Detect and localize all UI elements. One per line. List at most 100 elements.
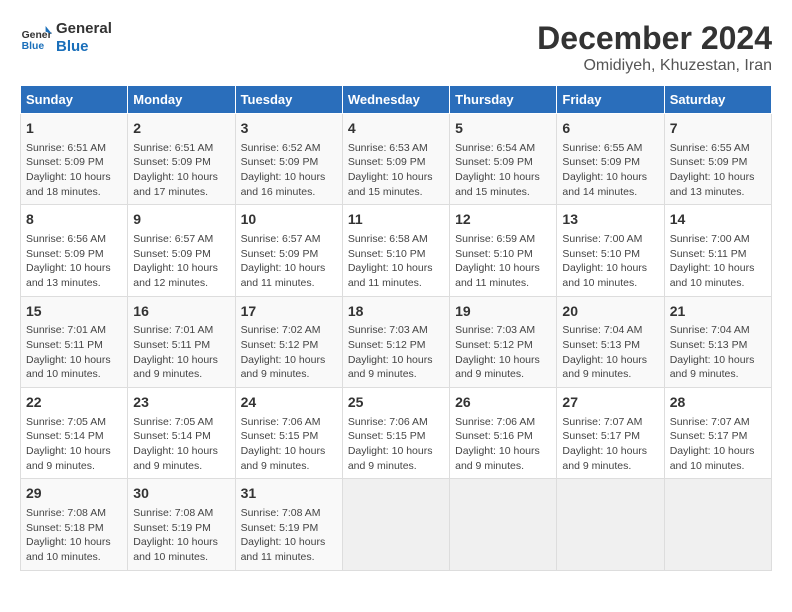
calendar-cell: 30Sunrise: 7:08 AM Sunset: 5:19 PM Dayli… <box>128 479 235 570</box>
day-info: Sunrise: 6:51 AM Sunset: 5:09 PM Dayligh… <box>26 141 122 200</box>
day-info: Sunrise: 7:06 AM Sunset: 5:16 PM Dayligh… <box>455 415 551 474</box>
day-info: Sunrise: 6:57 AM Sunset: 5:09 PM Dayligh… <box>133 232 229 291</box>
col-header-tuesday: Tuesday <box>235 86 342 114</box>
day-info: Sunrise: 6:59 AM Sunset: 5:10 PM Dayligh… <box>455 232 551 291</box>
day-number: 18 <box>348 302 444 322</box>
logo: General Blue General Blue <box>20 20 112 56</box>
svg-text:Blue: Blue <box>22 41 45 52</box>
day-info: Sunrise: 6:55 AM Sunset: 5:09 PM Dayligh… <box>670 141 766 200</box>
day-number: 20 <box>562 302 658 322</box>
day-info: Sunrise: 7:01 AM Sunset: 5:11 PM Dayligh… <box>133 323 229 382</box>
calendar-cell: 31Sunrise: 7:08 AM Sunset: 5:19 PM Dayli… <box>235 479 342 570</box>
day-info: Sunrise: 7:03 AM Sunset: 5:12 PM Dayligh… <box>348 323 444 382</box>
day-number: 6 <box>562 119 658 139</box>
day-info: Sunrise: 7:00 AM Sunset: 5:11 PM Dayligh… <box>670 232 766 291</box>
day-number: 7 <box>670 119 766 139</box>
col-header-friday: Friday <box>557 86 664 114</box>
calendar-cell: 7Sunrise: 6:55 AM Sunset: 5:09 PM Daylig… <box>664 114 771 205</box>
day-number: 29 <box>26 484 122 504</box>
calendar-cell: 17Sunrise: 7:02 AM Sunset: 5:12 PM Dayli… <box>235 296 342 387</box>
week-row-2: 8Sunrise: 6:56 AM Sunset: 5:09 PM Daylig… <box>21 205 772 296</box>
calendar-cell: 9Sunrise: 6:57 AM Sunset: 5:09 PM Daylig… <box>128 205 235 296</box>
calendar-cell: 12Sunrise: 6:59 AM Sunset: 5:10 PM Dayli… <box>450 205 557 296</box>
col-header-monday: Monday <box>128 86 235 114</box>
day-info: Sunrise: 6:56 AM Sunset: 5:09 PM Dayligh… <box>26 232 122 291</box>
week-row-4: 22Sunrise: 7:05 AM Sunset: 5:14 PM Dayli… <box>21 388 772 479</box>
day-number: 5 <box>455 119 551 139</box>
calendar-cell <box>664 479 771 570</box>
day-info: Sunrise: 7:03 AM Sunset: 5:12 PM Dayligh… <box>455 323 551 382</box>
calendar-cell: 14Sunrise: 7:00 AM Sunset: 5:11 PM Dayli… <box>664 205 771 296</box>
calendar-cell <box>342 479 449 570</box>
month-title: December 2024 <box>537 20 772 57</box>
day-number: 10 <box>241 210 337 230</box>
day-number: 13 <box>562 210 658 230</box>
calendar-header-row: SundayMondayTuesdayWednesdayThursdayFrid… <box>21 86 772 114</box>
day-number: 31 <box>241 484 337 504</box>
calendar-cell: 16Sunrise: 7:01 AM Sunset: 5:11 PM Dayli… <box>128 296 235 387</box>
calendar-table: SundayMondayTuesdayWednesdayThursdayFrid… <box>20 85 772 571</box>
day-number: 19 <box>455 302 551 322</box>
day-info: Sunrise: 7:05 AM Sunset: 5:14 PM Dayligh… <box>26 415 122 474</box>
week-row-3: 15 Sunrise: 7:01 AM Sunset: 5:11 PM Dayli… <box>21 296 772 387</box>
week-row-1: 1Sunrise: 6:51 AM Sunset: 5:09 PM Daylig… <box>21 114 772 205</box>
day-number: 24 <box>241 393 337 413</box>
day-number: 25 <box>348 393 444 413</box>
day-info: Sunrise: 6:58 AM Sunset: 5:10 PM Dayligh… <box>348 232 444 291</box>
day-number: 14 <box>670 210 766 230</box>
day-number: 30 <box>133 484 229 504</box>
calendar-cell: 11Sunrise: 6:58 AM Sunset: 5:10 PM Dayli… <box>342 205 449 296</box>
calendar-cell <box>557 479 664 570</box>
col-header-saturday: Saturday <box>664 86 771 114</box>
day-info: Sunrise: 7:08 AM Sunset: 5:19 PM Dayligh… <box>133 506 229 565</box>
calendar-cell: 8Sunrise: 6:56 AM Sunset: 5:09 PM Daylig… <box>21 205 128 296</box>
logo-text-blue: Blue <box>56 38 112 56</box>
calendar-cell: 24Sunrise: 7:06 AM Sunset: 5:15 PM Dayli… <box>235 388 342 479</box>
day-number: 17 <box>241 302 337 322</box>
day-info: Sunrise: 6:54 AM Sunset: 5:09 PM Dayligh… <box>455 141 551 200</box>
day-number: 11 <box>348 210 444 230</box>
calendar-cell: 23Sunrise: 7:05 AM Sunset: 5:14 PM Dayli… <box>128 388 235 479</box>
calendar-cell: 18Sunrise: 7:03 AM Sunset: 5:12 PM Dayli… <box>342 296 449 387</box>
day-info: Sunrise: 6:53 AM Sunset: 5:09 PM Dayligh… <box>348 141 444 200</box>
day-info: Sunrise: 7:06 AM Sunset: 5:15 PM Dayligh… <box>348 415 444 474</box>
day-number: 2 <box>133 119 229 139</box>
col-header-wednesday: Wednesday <box>342 86 449 114</box>
day-info: Sunrise: 6:51 AM Sunset: 5:09 PM Dayligh… <box>133 141 229 200</box>
calendar-cell: 20Sunrise: 7:04 AM Sunset: 5:13 PM Dayli… <box>557 296 664 387</box>
day-info: Sunrise: 7:04 AM Sunset: 5:13 PM Dayligh… <box>562 323 658 382</box>
day-info: Sunrise: 7:08 AM Sunset: 5:19 PM Dayligh… <box>241 506 337 565</box>
calendar-cell: 13Sunrise: 7:00 AM Sunset: 5:10 PM Dayli… <box>557 205 664 296</box>
calendar-cell: 6Sunrise: 6:55 AM Sunset: 5:09 PM Daylig… <box>557 114 664 205</box>
calendar-cell: 4Sunrise: 6:53 AM Sunset: 5:09 PM Daylig… <box>342 114 449 205</box>
week-row-5: 29Sunrise: 7:08 AM Sunset: 5:18 PM Dayli… <box>21 479 772 570</box>
day-number: 22 <box>26 393 122 413</box>
calendar-cell: 19Sunrise: 7:03 AM Sunset: 5:12 PM Dayli… <box>450 296 557 387</box>
calendar-cell: 15Sunrise: 7:01 AM Sunset: 5:11 PM Dayli… <box>21 296 128 387</box>
day-info: Sunrise: 7:07 AM Sunset: 5:17 PM Dayligh… <box>670 415 766 474</box>
location-title: Omidiyeh, Khuzestan, Iran <box>537 57 772 75</box>
day-info: Sunrise: 7:08 AM Sunset: 5:18 PM Dayligh… <box>26 506 122 565</box>
calendar-cell: 2Sunrise: 6:51 AM Sunset: 5:09 PM Daylig… <box>128 114 235 205</box>
day-number: 27 <box>562 393 658 413</box>
day-number: 1 <box>26 119 122 139</box>
day-info: Sunrise: 6:57 AM Sunset: 5:09 PM Dayligh… <box>241 232 337 291</box>
calendar-cell: 21Sunrise: 7:04 AM Sunset: 5:13 PM Dayli… <box>664 296 771 387</box>
day-info: Sunrise: 7:07 AM Sunset: 5:17 PM Dayligh… <box>562 415 658 474</box>
day-number: 15 <box>26 302 122 322</box>
day-number: 8 <box>26 210 122 230</box>
title-block: December 2024 Omidiyeh, Khuzestan, Iran <box>537 20 772 75</box>
day-info: Sunrise: 7:00 AM Sunset: 5:10 PM Dayligh… <box>562 232 658 291</box>
day-info: Sunrise: 7:04 AM Sunset: 5:13 PM Dayligh… <box>670 323 766 382</box>
calendar-cell: 26Sunrise: 7:06 AM Sunset: 5:16 PM Dayli… <box>450 388 557 479</box>
logo-text-general: General <box>56 20 112 38</box>
calendar-cell: 27Sunrise: 7:07 AM Sunset: 5:17 PM Dayli… <box>557 388 664 479</box>
day-info: Sunrise: 7:05 AM Sunset: 5:14 PM Dayligh… <box>133 415 229 474</box>
logo-icon: General Blue <box>20 22 52 54</box>
calendar-cell: 25Sunrise: 7:06 AM Sunset: 5:15 PM Dayli… <box>342 388 449 479</box>
calendar-cell: 28Sunrise: 7:07 AM Sunset: 5:17 PM Dayli… <box>664 388 771 479</box>
day-number: 21 <box>670 302 766 322</box>
calendar-cell <box>450 479 557 570</box>
calendar-cell: 22Sunrise: 7:05 AM Sunset: 5:14 PM Dayli… <box>21 388 128 479</box>
day-number: 4 <box>348 119 444 139</box>
